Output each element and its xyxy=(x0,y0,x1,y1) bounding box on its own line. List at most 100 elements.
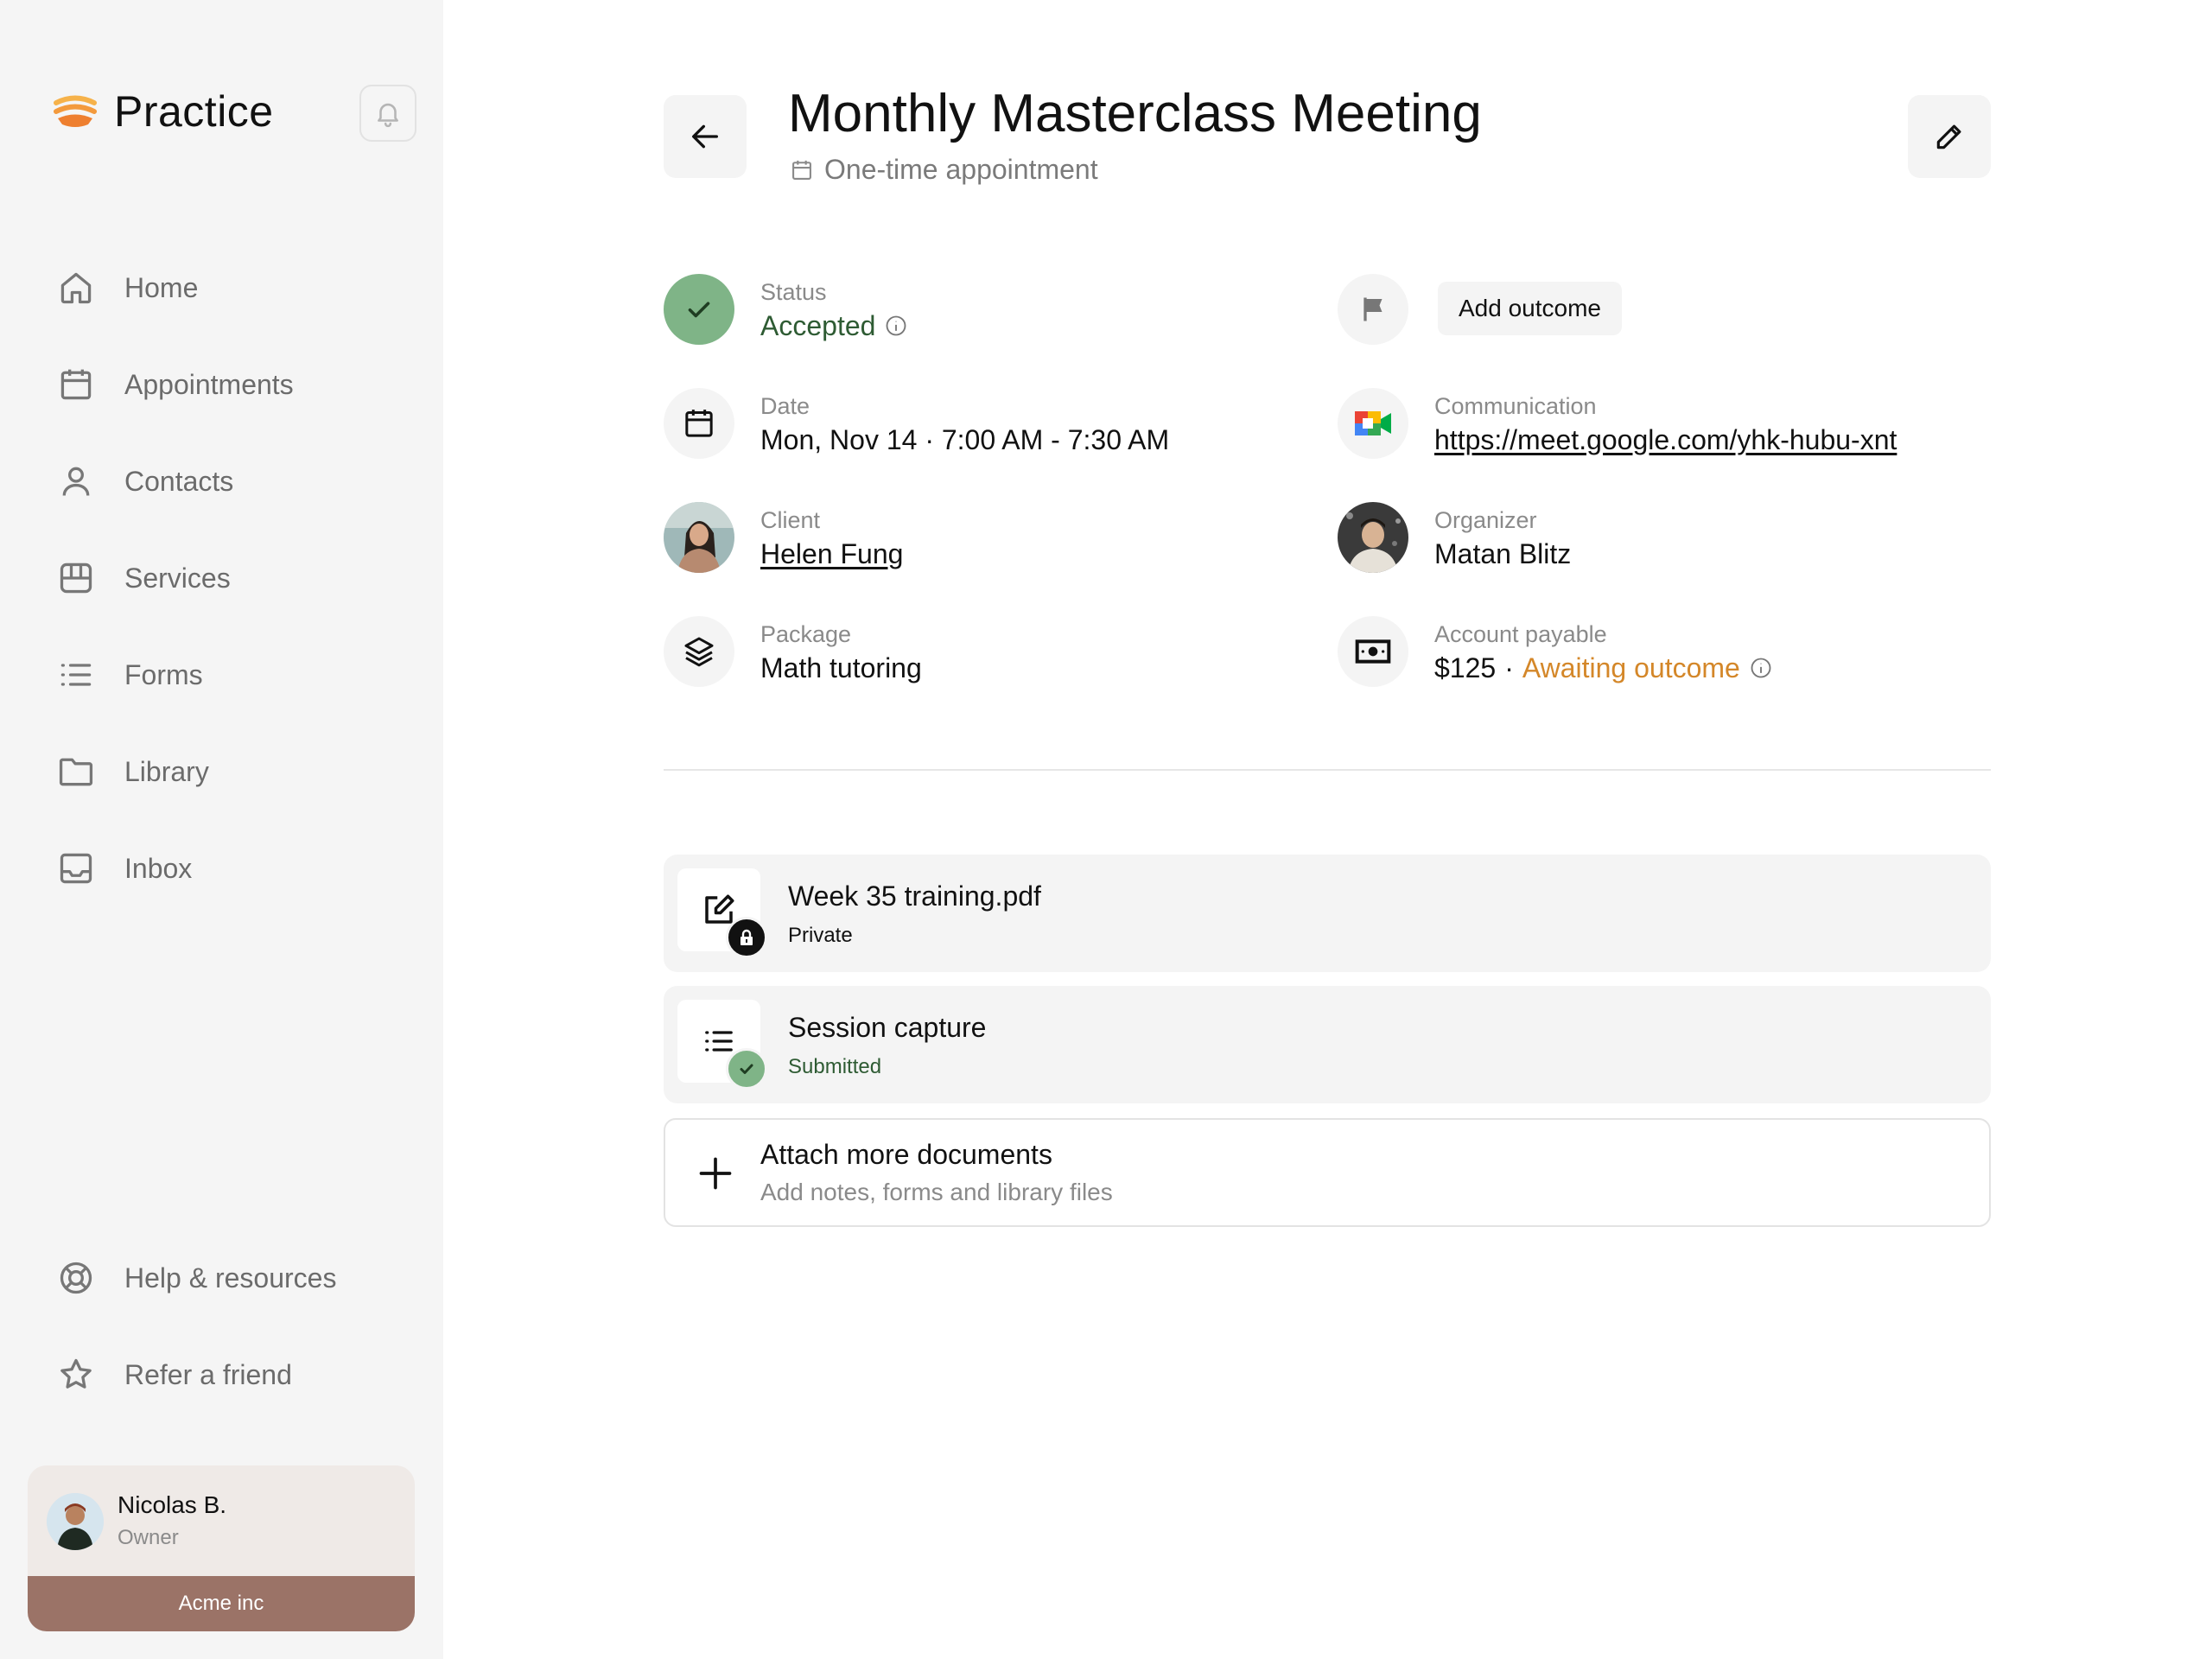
organizer-avatar xyxy=(1338,502,1408,573)
main-nav: Home Appointments Contacts Services Form… xyxy=(57,239,294,917)
client-avatar-image xyxy=(664,502,734,573)
organizer-avatar-image xyxy=(1338,502,1408,573)
appointment-type: One-time appointment xyxy=(790,154,1098,186)
inbox-icon xyxy=(60,853,92,884)
organization-name: Acme inc xyxy=(178,1592,264,1615)
check-icon xyxy=(688,302,710,318)
nav-label: Forms xyxy=(124,658,203,690)
nav-label: Help & resources xyxy=(124,1262,337,1294)
document-title: Session capture xyxy=(788,1012,987,1043)
status-label: Status xyxy=(760,279,827,305)
nav-item-home[interactable]: Home xyxy=(57,239,294,336)
lock-icon xyxy=(741,929,753,945)
edit-button[interactable] xyxy=(1908,95,1991,178)
package-field: Package Math tutoring xyxy=(664,616,922,687)
info-icon[interactable] xyxy=(1749,656,1773,680)
user-avatar-image xyxy=(47,1493,104,1550)
attach-documents-button[interactable]: Attach more documents Add notes, forms a… xyxy=(664,1118,1991,1227)
organizer-name: Matan Blitz xyxy=(1434,538,1572,569)
sidebar: Practice Home Appointments Contacts Serv… xyxy=(0,0,443,1659)
organizer-field: Organizer Matan Blitz xyxy=(1338,502,1571,573)
avatar xyxy=(47,1493,104,1550)
bell-icon xyxy=(378,103,398,128)
payment-indicator xyxy=(1338,616,1408,687)
account-payable-field: Account payable $125 · Awaiting outcome xyxy=(1338,616,1773,687)
nav-item-contacts[interactable]: Contacts xyxy=(57,433,294,530)
list-icon xyxy=(60,664,92,686)
date-field: Date Mon, Nov 14 · 7:00 AM - 7:30 AM xyxy=(664,388,1169,459)
back-button[interactable] xyxy=(664,95,747,178)
add-outcome-button[interactable]: Add outcome xyxy=(1438,282,1622,335)
check-icon xyxy=(740,1064,753,1074)
google-meet-icon xyxy=(1355,411,1391,435)
nav-item-forms[interactable]: Forms xyxy=(57,626,294,723)
nav-item-library[interactable]: Library xyxy=(57,723,294,820)
nav-label: Inbox xyxy=(124,852,193,884)
document-visibility: Private xyxy=(788,924,853,947)
cash-icon xyxy=(1355,639,1391,664)
app-logo[interactable]: Practice xyxy=(54,86,274,137)
info-icon[interactable] xyxy=(884,314,908,338)
attach-subtitle: Add notes, forms and library files xyxy=(760,1179,1113,1205)
secondary-nav: Help & resources Refer a friend xyxy=(57,1230,336,1423)
communication-indicator xyxy=(1338,388,1408,459)
date-value: Mon, Nov 14 · 7:00 AM - 7:30 AM xyxy=(760,424,1170,455)
communication-label: Communication xyxy=(1434,393,1597,419)
calendar-icon xyxy=(60,369,92,400)
pencil-icon xyxy=(1936,124,1961,149)
date-label: Date xyxy=(760,393,810,419)
outcome-field xyxy=(1338,274,1408,345)
account-payable-label: Account payable xyxy=(1434,621,1607,647)
package-indicator xyxy=(664,616,734,687)
nav-item-services[interactable]: Services xyxy=(57,530,294,626)
status-value: Accepted xyxy=(760,307,908,345)
date-indicator xyxy=(664,388,734,459)
plus-icon xyxy=(699,1157,732,1190)
document-title: Week 35 training.pdf xyxy=(788,880,1041,912)
nav-item-inbox[interactable]: Inbox xyxy=(57,820,294,917)
document-item[interactable]: Week 35 training.pdf Private xyxy=(664,855,1991,972)
folder-icon xyxy=(59,758,93,786)
flag-icon xyxy=(1363,297,1382,321)
user-role: Owner xyxy=(118,1526,179,1549)
outcome-indicator xyxy=(1338,274,1408,345)
star-icon xyxy=(60,1358,92,1389)
communication-field: Communication https://meet.google.com/yh… xyxy=(1338,388,1897,459)
attach-title: Attach more documents xyxy=(760,1139,1052,1170)
nav-item-appointments[interactable]: Appointments xyxy=(57,336,294,433)
user-icon xyxy=(62,467,90,496)
lifebuoy-icon xyxy=(60,1262,92,1294)
client-avatar[interactable] xyxy=(664,502,734,573)
account-payable-value: $125 · Awaiting outcome xyxy=(1434,649,1773,687)
logo-icon xyxy=(54,95,97,127)
nav-label: Library xyxy=(124,755,209,787)
calendar-small-icon xyxy=(792,160,811,180)
payment-status: Awaiting outcome xyxy=(1522,652,1740,683)
lock-badge xyxy=(726,917,767,958)
organizer-label: Organizer xyxy=(1434,507,1537,533)
nav-label: Refer a friend xyxy=(124,1358,292,1390)
nav-item-help[interactable]: Help & resources xyxy=(57,1230,336,1326)
services-icon xyxy=(60,563,92,594)
separator: · xyxy=(1504,652,1514,683)
client-field: Client Helen Fung xyxy=(664,502,903,573)
document-status: Submitted xyxy=(788,1055,882,1078)
page-title: Monthly Masterclass Meeting xyxy=(788,84,1482,143)
submitted-badge xyxy=(726,1048,767,1090)
nav-item-refer[interactable]: Refer a friend xyxy=(57,1326,336,1423)
app-name: Practice xyxy=(114,87,274,136)
client-name[interactable]: Helen Fung xyxy=(760,535,903,573)
notifications-button[interactable] xyxy=(359,85,416,142)
home-icon xyxy=(60,272,92,304)
user-name: Nicolas B. xyxy=(118,1491,227,1518)
calendar-icon xyxy=(685,410,713,437)
meeting-link[interactable]: https://meet.google.com/yhk-hubu-xnt xyxy=(1434,421,1897,459)
status-field: Status Accepted xyxy=(664,274,908,345)
nav-label: Services xyxy=(124,562,231,594)
status-indicator xyxy=(664,274,734,345)
nav-label: Home xyxy=(124,271,199,303)
organization-switcher[interactable]: Acme inc xyxy=(28,1576,415,1631)
document-item[interactable]: Session capture Submitted xyxy=(664,986,1991,1103)
package-label: Package xyxy=(760,621,852,647)
user-card[interactable]: Nicolas B. Owner Acme inc xyxy=(28,1465,415,1631)
